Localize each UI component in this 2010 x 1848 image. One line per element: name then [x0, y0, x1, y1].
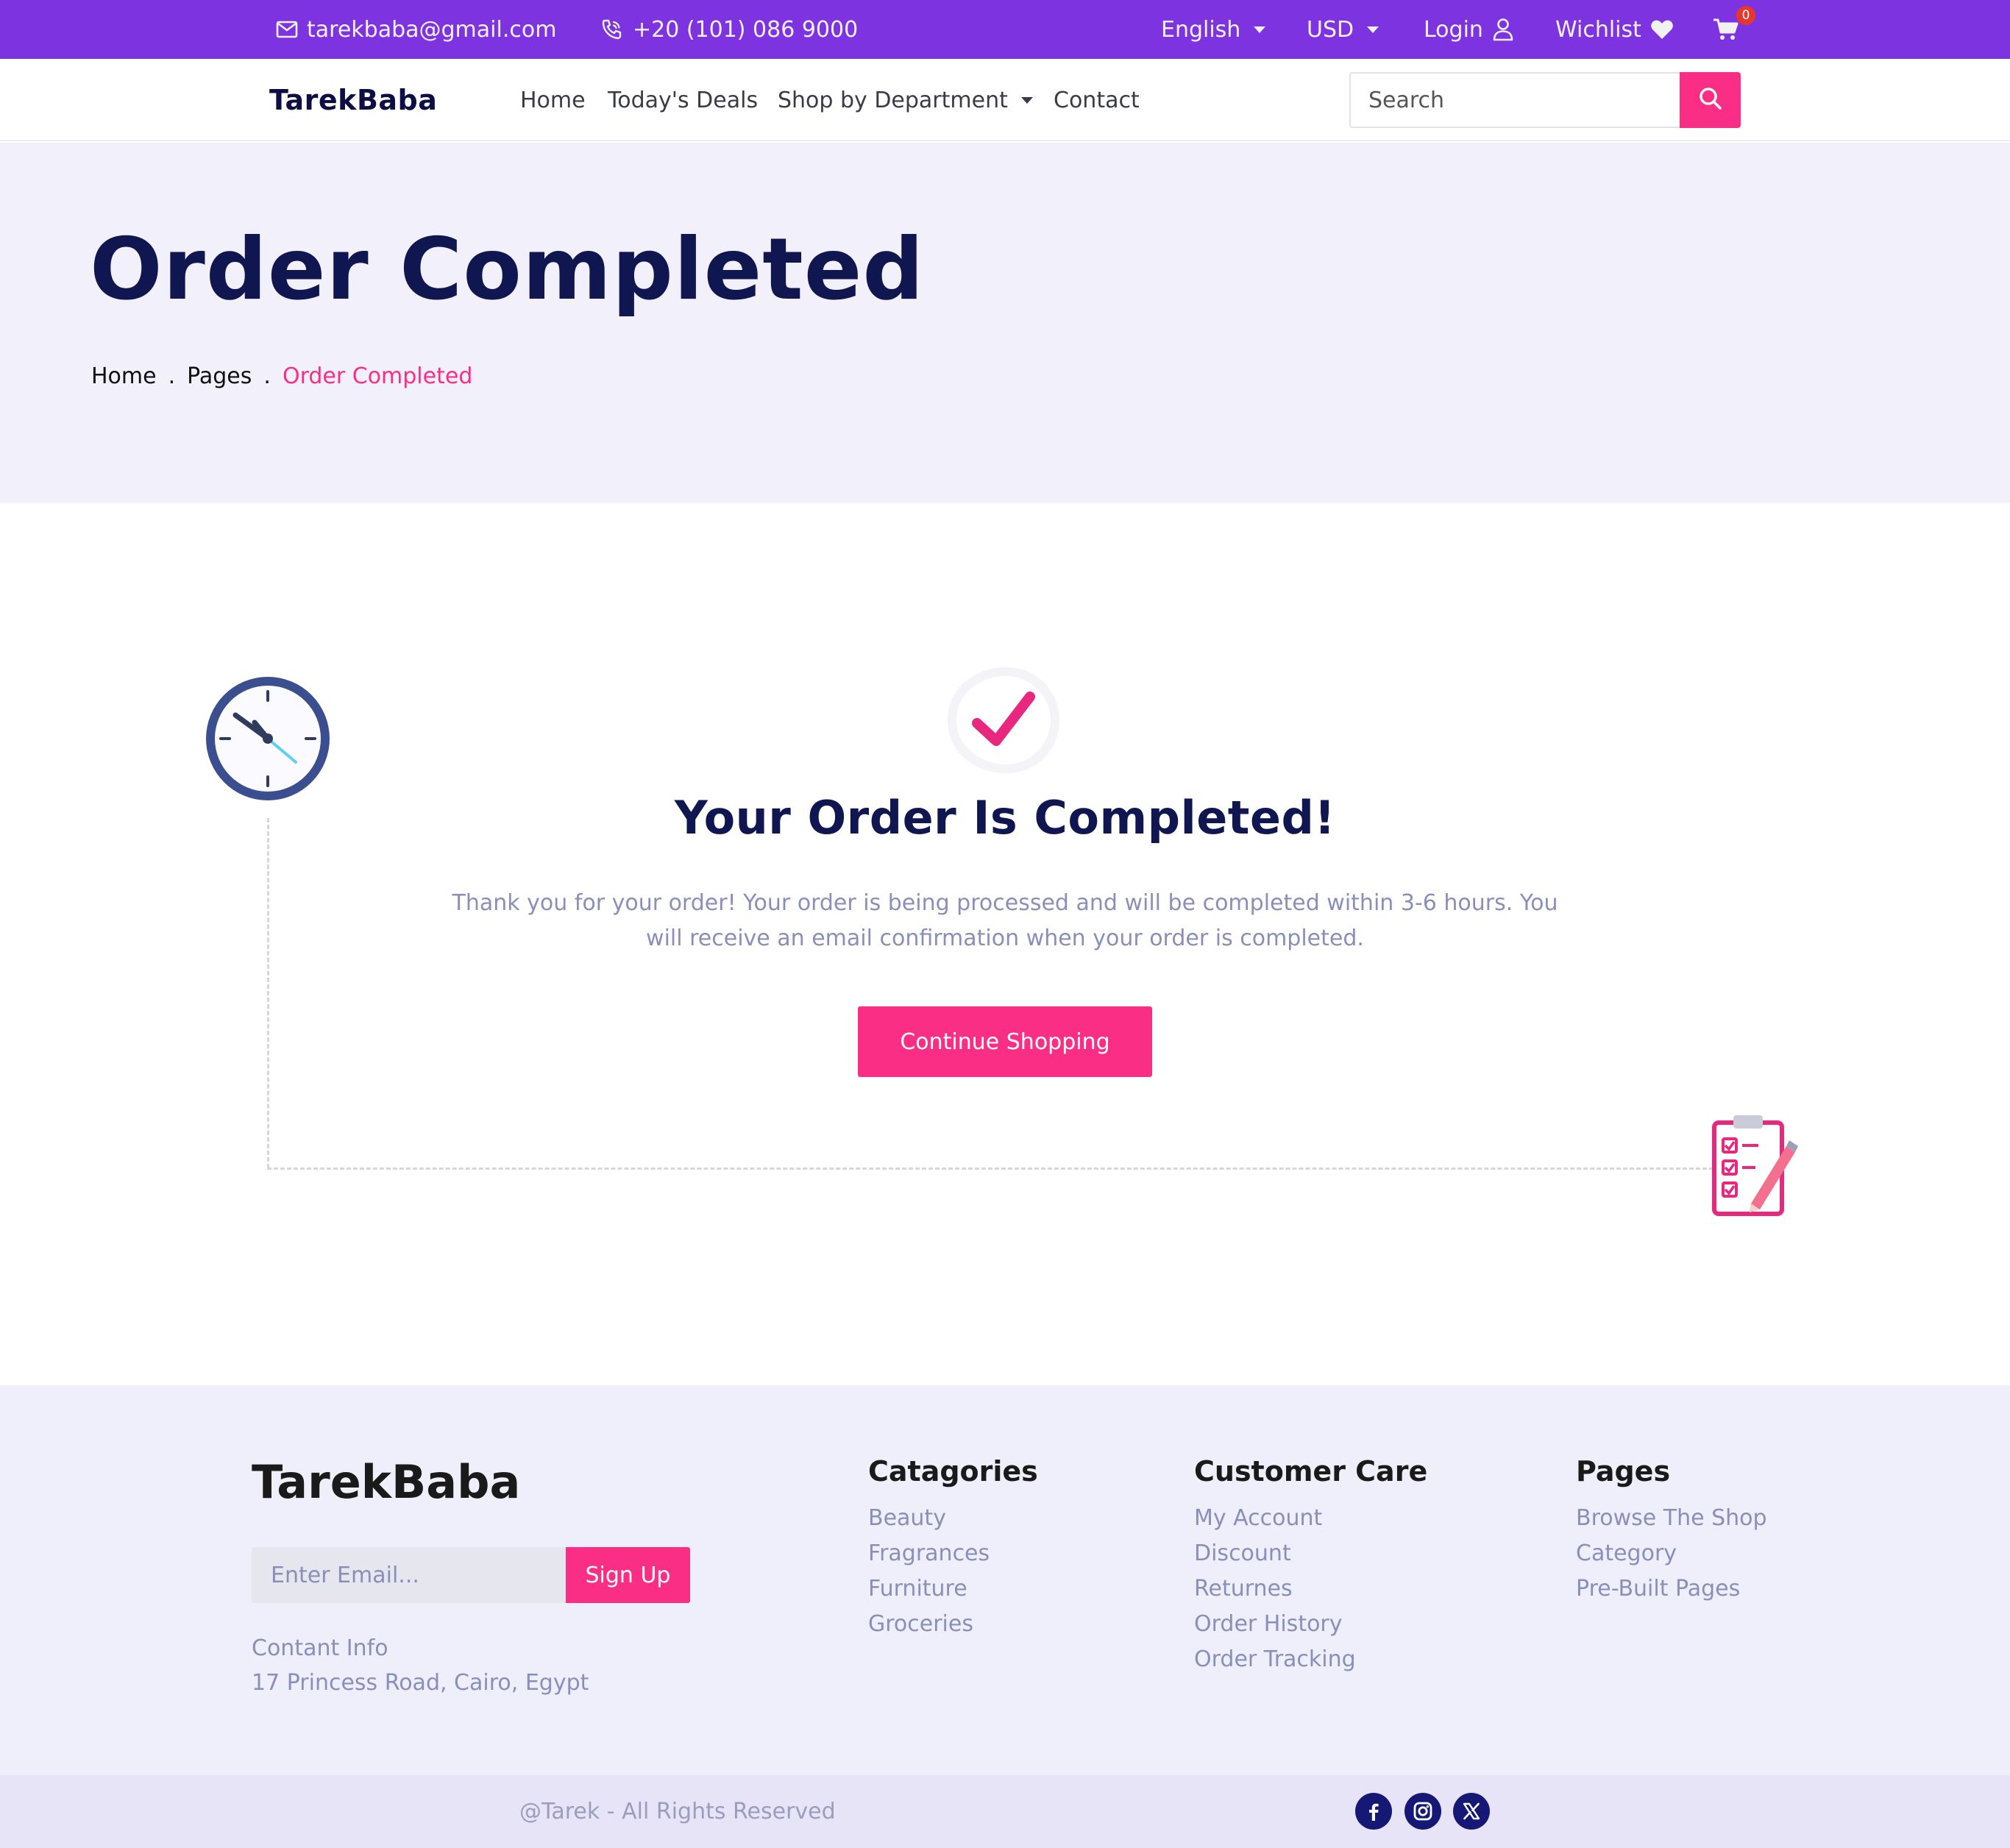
contact-address: 17 Princess Road, Cairo, Egypt — [252, 1670, 589, 1696]
newsletter-email-field[interactable] — [252, 1547, 566, 1603]
contact-info-label: Contant Info — [252, 1635, 388, 1661]
footer-column-title: Customer Care — [1194, 1455, 1428, 1488]
footer-column-title: Catagories — [868, 1455, 1038, 1488]
nav-todays-deals[interactable]: Today's Deals — [608, 59, 758, 141]
heart-icon — [1650, 19, 1674, 40]
footer: TarekBaba Sign Up Contant Info 17 Prince… — [0, 1385, 2010, 1775]
main-navbar: TarekBaba Home Today's Deals Shop by Dep… — [0, 59, 2010, 141]
footer-link-beauty[interactable]: Beauty — [868, 1501, 1038, 1536]
chevron-down-icon — [1367, 26, 1379, 33]
breadcrumb: Home . Pages . Order Completed — [91, 363, 472, 389]
checkmark-icon — [945, 664, 1062, 776]
footer-link-order-history[interactable]: Order History — [1194, 1607, 1427, 1642]
breadcrumb-separator: . — [263, 363, 271, 389]
nav-home[interactable]: Home — [520, 59, 586, 141]
continue-shopping-button[interactable]: Continue Shopping — [858, 1006, 1152, 1077]
footer-column-pages: Pages Browse The Shop Category Pre-Built… — [1576, 1455, 1767, 1607]
footer-link-my-account[interactable]: My Account — [1194, 1501, 1427, 1536]
clock-icon — [200, 671, 335, 806]
mail-icon — [276, 21, 298, 38]
dashed-connector-vertical — [267, 818, 269, 1168]
contact-phone-text: +20 (101) 086 9000 — [633, 16, 859, 43]
cart-button[interactable]: 0 — [1713, 0, 1755, 59]
footer-link-discount[interactable]: Discount — [1194, 1536, 1427, 1571]
contact-email-text: tarekbaba@gmail.com — [307, 16, 557, 43]
footer-link-fragrances[interactable]: Fragrances — [868, 1536, 1038, 1571]
breadcrumb-separator: . — [168, 363, 176, 389]
nav-shop-by-department[interactable]: Shop by Department — [778, 59, 1033, 141]
footer-link-returns[interactable]: Returnes — [1194, 1571, 1427, 1607]
order-completed-message: Thank you for your order! Your order is … — [452, 890, 1558, 951]
facebook-icon[interactable] — [1355, 1793, 1392, 1830]
copyright-text: @Tarek - All Rights Reserved — [519, 1799, 836, 1824]
contact-email[interactable]: tarekbaba@gmail.com — [276, 0, 556, 59]
cart-icon — [1713, 18, 1739, 41]
search-icon — [1698, 86, 1723, 114]
sign-up-button[interactable]: Sign Up — [566, 1547, 690, 1603]
order-completed-heading: Your Order Is Completed! — [674, 791, 1336, 845]
nav-contact[interactable]: Contact — [1054, 59, 1140, 141]
wishlist-link[interactable]: Wichlist — [1555, 0, 1674, 59]
copyright-bar: @Tarek - All Rights Reserved — [0, 1775, 2010, 1848]
cart-count-badge: 0 — [1736, 6, 1755, 25]
footer-column-categories: Catagories Beauty Fragrances Furniture G… — [868, 1455, 1038, 1642]
nav-shop-label: Shop by Department — [778, 87, 1008, 113]
footer-link-groceries[interactable]: Groceries — [868, 1607, 1038, 1642]
footer-link-browse-shop[interactable]: Browse The Shop — [1576, 1501, 1767, 1536]
currency-label: USD — [1307, 16, 1354, 43]
chevron-down-icon — [1020, 96, 1033, 104]
phone-icon — [600, 18, 624, 41]
footer-link-furniture[interactable]: Furniture — [868, 1571, 1038, 1607]
footer-link-order-tracking[interactable]: Order Tracking — [1194, 1642, 1427, 1677]
dashed-connector-horizontal — [267, 1168, 1714, 1170]
footer-link-pre-built-pages[interactable]: Pre-Built Pages — [1576, 1571, 1767, 1607]
wishlist-label: Wichlist — [1555, 16, 1641, 43]
clipboard-checklist-icon — [1707, 1112, 1804, 1218]
page-title: Order Completed — [90, 220, 925, 319]
language-dropdown[interactable]: English — [1161, 0, 1266, 59]
footer-link-category[interactable]: Category — [1576, 1536, 1767, 1571]
page-hero: Order Completed Home . Pages . Order Com… — [0, 143, 2010, 503]
chevron-down-icon — [1254, 26, 1266, 33]
footer-column-customer-care: Customer Care My Account Discount Return… — [1194, 1455, 1427, 1677]
currency-dropdown[interactable]: USD — [1307, 0, 1379, 59]
breadcrumb-home[interactable]: Home — [91, 363, 157, 389]
user-icon — [1492, 18, 1514, 41]
login-link[interactable]: Login — [1424, 0, 1514, 59]
instagram-icon[interactable] — [1404, 1793, 1441, 1830]
breadcrumb-pages[interactable]: Pages — [187, 363, 252, 389]
search-input[interactable] — [1349, 72, 1680, 128]
search-button[interactable] — [1680, 72, 1741, 128]
brand-logo[interactable]: TarekBaba — [269, 59, 437, 141]
x-icon[interactable] — [1453, 1793, 1490, 1830]
contact-phone[interactable]: +20 (101) 086 9000 — [600, 0, 858, 59]
footer-brand[interactable]: TarekBaba — [252, 1455, 520, 1509]
top-bar: tarekbaba@gmail.com +20 (101) 086 9000 E… — [0, 0, 2010, 59]
language-label: English — [1161, 16, 1241, 43]
breadcrumb-current: Order Completed — [282, 363, 473, 389]
footer-column-title: Pages — [1576, 1455, 1671, 1488]
login-label: Login — [1424, 16, 1483, 43]
